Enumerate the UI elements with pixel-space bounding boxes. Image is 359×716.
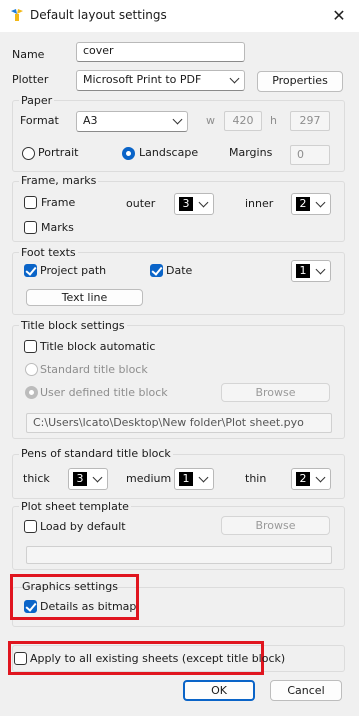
plotter-label: Plotter (12, 73, 49, 86)
graphics-group-title: Graphics settings (22, 580, 118, 593)
template-path-field[interactable] (26, 546, 332, 564)
medium-pen-select[interactable]: 1 (174, 468, 214, 490)
details-as-bitmap-label: Details as bitmap (40, 600, 137, 613)
chevron-down-icon (229, 73, 240, 84)
format-select[interactable]: A3 (76, 111, 188, 132)
apply-all-checkbox[interactable] (14, 652, 27, 665)
portrait-label: Portrait (38, 146, 79, 159)
medium-pen-value: 1 (179, 472, 193, 486)
load-by-default-checkbox[interactable] (24, 520, 37, 533)
outer-label: outer (126, 197, 156, 210)
landscape-label: Landscape (139, 146, 199, 159)
chevron-down-icon (172, 114, 183, 125)
format-label: Format (20, 114, 59, 127)
w-field[interactable]: 420 (224, 111, 262, 131)
date-label: Date (166, 264, 193, 277)
thin-pen-select[interactable]: 2 (291, 468, 331, 490)
date-checkbox[interactable] (150, 264, 163, 277)
chevron-down-icon (315, 197, 326, 208)
project-path-label: Project path (40, 264, 107, 277)
marks-checkbox[interactable] (24, 221, 37, 234)
standard-title-block-label: Standard title block (40, 363, 148, 376)
user-defined-title-block-radio[interactable] (25, 386, 38, 399)
properties-button[interactable]: Properties (257, 71, 343, 92)
title-block-path-field[interactable]: C:\Users\lcato\Desktop\New folder\Plot s… (26, 413, 332, 433)
frame-label: Frame (41, 196, 76, 209)
chevron-down-icon (198, 197, 209, 208)
thin-label: thin (245, 472, 267, 485)
marks-label: Marks (41, 221, 74, 234)
chevron-down-icon (315, 472, 326, 483)
format-value: A3 (83, 114, 98, 127)
ok-button[interactable]: OK (183, 680, 255, 701)
frame-marks-group-title: Frame, marks (19, 174, 99, 187)
portrait-radio[interactable] (22, 147, 35, 160)
thick-label: thick (23, 472, 50, 485)
user-defined-title-block-label: User defined title block (40, 386, 168, 399)
frame-checkbox[interactable] (24, 196, 37, 209)
plotter-select[interactable]: Microsoft Print to PDF (76, 70, 245, 91)
pens-group-title: Pens of standard title block (19, 447, 173, 460)
title-block-automatic-checkbox[interactable] (24, 340, 37, 353)
apply-all-label: Apply to all existing sheets (except tit… (30, 652, 286, 665)
inner-pen-select[interactable]: 2 (291, 193, 331, 215)
foot-pen-select[interactable]: 1 (291, 260, 331, 282)
name-label: Name (12, 48, 45, 61)
foot-pen-value: 1 (296, 264, 310, 278)
standard-title-block-radio[interactable] (25, 363, 38, 376)
w-label: w (206, 114, 215, 127)
chevron-down-icon (92, 472, 103, 483)
h-field[interactable]: 297 (290, 111, 330, 131)
plot-template-group-title: Plot sheet template (19, 500, 131, 513)
foot-texts-group-title: Foot texts (19, 246, 78, 259)
details-as-bitmap-checkbox[interactable] (24, 600, 37, 613)
name-input[interactable]: cover (76, 42, 245, 62)
inner-label: inner (245, 197, 274, 210)
thick-pen-select[interactable]: 3 (68, 468, 108, 490)
landscape-radio[interactable] (122, 147, 135, 160)
outer-pen-select[interactable]: 3 (174, 193, 214, 215)
load-by-default-label: Load by default (40, 520, 126, 533)
chevron-down-icon (198, 472, 209, 483)
title-block-group-title: Title block settings (19, 319, 127, 332)
window-title: Default layout settings (30, 8, 167, 22)
title-block-browse-button[interactable]: Browse (221, 383, 330, 402)
title-block-automatic-label: Title block automatic (40, 340, 156, 353)
template-browse-button[interactable]: Browse (221, 516, 330, 535)
margins-field[interactable]: 0 (290, 145, 330, 165)
outer-pen-value: 3 (179, 197, 193, 211)
plotter-value: Microsoft Print to PDF (83, 73, 202, 86)
medium-label: medium (126, 472, 172, 485)
paper-group-title: Paper (19, 94, 55, 107)
text-line-button[interactable]: Text line (26, 289, 143, 306)
margins-label: Margins (229, 146, 273, 159)
cancel-button[interactable]: Cancel (270, 680, 342, 701)
project-path-checkbox[interactable] (24, 264, 37, 277)
thin-pen-value: 2 (296, 472, 310, 486)
close-icon[interactable]: ✕ (322, 4, 356, 28)
inner-pen-value: 2 (296, 197, 310, 211)
thick-pen-value: 3 (73, 472, 87, 486)
app-icon (10, 8, 24, 22)
h-label: h (270, 114, 277, 127)
chevron-down-icon (315, 264, 326, 275)
